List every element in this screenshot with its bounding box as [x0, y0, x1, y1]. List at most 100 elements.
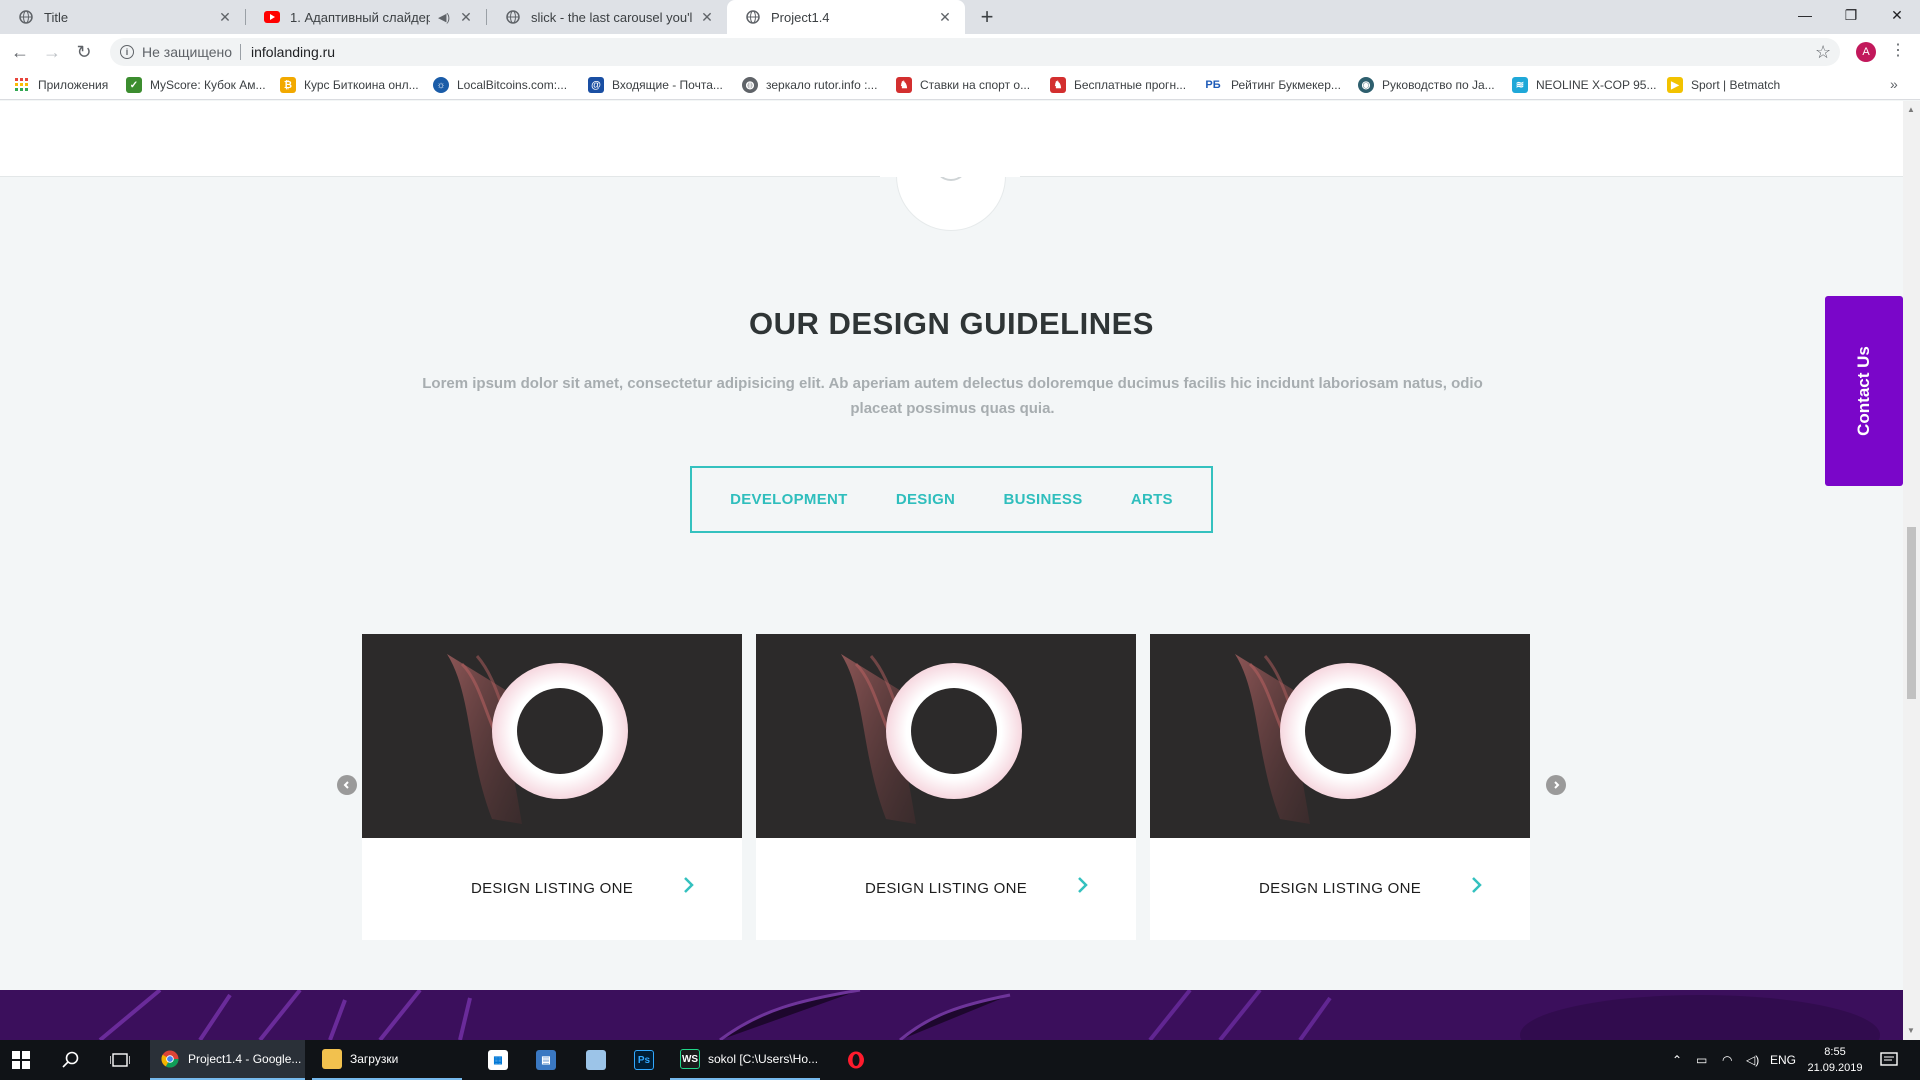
- address-bar[interactable]: i Не защищено infolanding.ru: [110, 38, 1840, 66]
- bookmark-label: зеркало rutor.info :...: [766, 78, 878, 92]
- system-clock[interactable]: 8:55 21.09.2019: [1800, 1044, 1870, 1076]
- bookmark-rutor[interactable]: ◍ зеркало rutor.info :...: [742, 76, 877, 94]
- close-icon[interactable]: ✕: [699, 9, 715, 25]
- divider: [240, 44, 241, 60]
- circle-top-mask: [880, 101, 1020, 177]
- minimize-icon[interactable]: —: [1782, 0, 1828, 30]
- chrome-icon: [160, 1049, 180, 1069]
- contact-us-button[interactable]: Contact Us: [1825, 296, 1903, 486]
- tab-slick[interactable]: slick - the last carousel you'll eve ✕: [487, 0, 727, 34]
- taskbar-webstorm[interactable]: WS sokol [C:\Users\Ho...: [670, 1040, 820, 1080]
- security-label: Не защищено: [142, 44, 232, 60]
- design-card[interactable]: DESIGN LISTING ONE: [756, 634, 1136, 940]
- taskbar-notepad[interactable]: [576, 1040, 616, 1080]
- close-icon[interactable]: ✕: [937, 9, 953, 25]
- bookmark-star-icon[interactable]: ☆: [1815, 42, 1831, 63]
- design-card[interactable]: DESIGN LISTING ONE: [1150, 634, 1530, 940]
- scroll-down-icon[interactable]: ▼: [1907, 1026, 1915, 1035]
- filter-design[interactable]: DESIGN: [896, 491, 955, 508]
- webstorm-icon: WS: [680, 1049, 700, 1069]
- back-icon[interactable]: ←: [8, 40, 32, 64]
- tab-project[interactable]: Project1.4 ✕: [727, 0, 965, 34]
- filter-development[interactable]: DEVELOPMENT: [730, 491, 847, 508]
- bookmark-apps[interactable]: Приложения: [14, 76, 108, 94]
- app-icon: ▤: [536, 1050, 556, 1070]
- taskbar-store[interactable]: ▦: [478, 1040, 518, 1080]
- chevron-right-icon[interactable]: [682, 875, 702, 897]
- url-text[interactable]: infolanding.ru: [251, 44, 335, 60]
- design-card[interactable]: DESIGN LISTING ONE: [362, 634, 742, 940]
- clock-date: 21.09.2019: [1807, 1062, 1863, 1074]
- chevron-up-icon[interactable]: ⌃: [1672, 1040, 1682, 1080]
- neoline-icon: ≋: [1512, 77, 1528, 93]
- window-close-icon[interactable]: ✕: [1874, 0, 1920, 30]
- bookmark-neoline[interactable]: ≋ NEOLINE X-COP 95...: [1512, 76, 1657, 94]
- globe-icon: [505, 9, 521, 25]
- page-title: OUR DESIGN GUIDELINES: [749, 306, 1154, 341]
- taskbar-photoshop[interactable]: Ps: [624, 1040, 664, 1080]
- bookmark-rating[interactable]: РБ Рейтинг Букмекер...: [1203, 76, 1341, 94]
- filter-arts[interactable]: ARTS: [1131, 491, 1173, 508]
- bookmark-betmatch[interactable]: ▶ Sport | Betmatch: [1667, 76, 1780, 94]
- wifi-icon[interactable]: ◠: [1722, 1040, 1732, 1080]
- bookmark-mail[interactable]: @ Входящие - Почта...: [588, 76, 723, 94]
- bookmark-myscore[interactable]: ✓ MyScore: Кубок Ам...: [126, 76, 266, 94]
- taskbar-app-label: sokol [C:\Users\Ho...: [708, 1052, 819, 1066]
- bookmark-localbitcoins[interactable]: ☼ LocalBitcoins.com:...: [433, 76, 567, 94]
- restore-icon[interactable]: ❐: [1828, 0, 1874, 30]
- taskbar-app[interactable]: ▤: [526, 1040, 566, 1080]
- taskbar-app-label: Project1.4 - Google...: [188, 1052, 302, 1066]
- chevron-double-right-icon[interactable]: »: [1890, 76, 1898, 92]
- bookmark-guide[interactable]: ◉ Руководство по Ja...: [1358, 76, 1495, 94]
- taskbar-opera[interactable]: [836, 1040, 876, 1080]
- filter-business[interactable]: BUSINESS: [1003, 491, 1082, 508]
- speaker-icon[interactable]: ◀): [436, 9, 452, 25]
- bookmark-bitcoin[interactable]: ₿ Курс Биткоина онл...: [280, 76, 419, 94]
- carousel-prev-button[interactable]: [337, 775, 357, 795]
- menu-dots-icon[interactable]: ⋮: [1890, 40, 1906, 60]
- bookmark-bets[interactable]: ♞ Ставки на спорт о...: [896, 76, 1030, 94]
- new-tab-button[interactable]: +: [975, 4, 999, 29]
- scrollbar-thumb[interactable]: [1907, 527, 1916, 699]
- task-view-icon[interactable]: [110, 1040, 130, 1080]
- forward-icon[interactable]: →: [40, 40, 64, 64]
- globe-icon: ◍: [742, 77, 758, 93]
- globe-icon: [745, 9, 761, 25]
- tab-youtube[interactable]: 1. Адаптивный слайдер для ◀) ✕: [246, 0, 486, 34]
- card-image: [756, 634, 1136, 838]
- battery-icon[interactable]: ▭: [1696, 1040, 1707, 1080]
- bookmark-forecasts[interactable]: ♞ Бесплатные прогн...: [1050, 76, 1186, 94]
- rb-icon: РБ: [1203, 77, 1223, 93]
- taskbar-app-label: Загрузки: [350, 1052, 399, 1066]
- close-icon[interactable]: ✕: [458, 9, 474, 25]
- info-icon[interactable]: i: [120, 45, 134, 59]
- browser-tab-strip: Title ✕ 1. Адаптивный слайдер для ◀) ✕ s…: [0, 0, 1920, 34]
- search-icon[interactable]: [62, 1040, 80, 1080]
- chevron-right-icon[interactable]: [1470, 875, 1490, 897]
- page-scrollbar[interactable]: ▲ ▼: [1903, 101, 1920, 1040]
- tab-title[interactable]: Title ✕: [0, 0, 245, 34]
- chevron-right-icon[interactable]: [1076, 875, 1096, 897]
- language-indicator[interactable]: ENG: [1770, 1040, 1796, 1080]
- bookmark-label: NEOLINE X-COP 95...: [1536, 78, 1657, 92]
- bookmark-label: Рейтинг Букмекер...: [1231, 78, 1341, 92]
- youtube-icon: [264, 9, 280, 25]
- bookmark-label: Ставки на спорт о...: [920, 78, 1031, 92]
- bookmark-label: LocalBitcoins.com:...: [457, 78, 568, 92]
- page-viewport: OUR DESIGN GUIDELINES Lorem ipsum dolor …: [0, 101, 1903, 1040]
- bookmark-label: MyScore: Кубок Ам...: [150, 78, 266, 92]
- myscore-icon: ✓: [126, 77, 142, 93]
- clock-time: 8:55: [1824, 1046, 1846, 1058]
- browser-toolbar: ← → ↻ i Не защищено infolanding.ru ☆ A ⋮: [0, 34, 1920, 70]
- taskbar-downloads[interactable]: Загрузки: [312, 1040, 462, 1080]
- close-icon[interactable]: ✕: [217, 9, 233, 25]
- windows-start-icon[interactable]: [12, 1040, 30, 1080]
- bookmark-label: Бесплатные прогн...: [1074, 78, 1187, 92]
- taskbar-chrome[interactable]: Project1.4 - Google...: [150, 1040, 305, 1080]
- reload-icon[interactable]: ↻: [72, 40, 96, 64]
- volume-icon[interactable]: ◁): [1746, 1040, 1759, 1080]
- notifications-icon[interactable]: [1880, 1040, 1898, 1080]
- scroll-up-icon[interactable]: ▲: [1907, 105, 1915, 114]
- avatar[interactable]: A: [1856, 42, 1876, 62]
- carousel-next-button[interactable]: [1546, 775, 1566, 795]
